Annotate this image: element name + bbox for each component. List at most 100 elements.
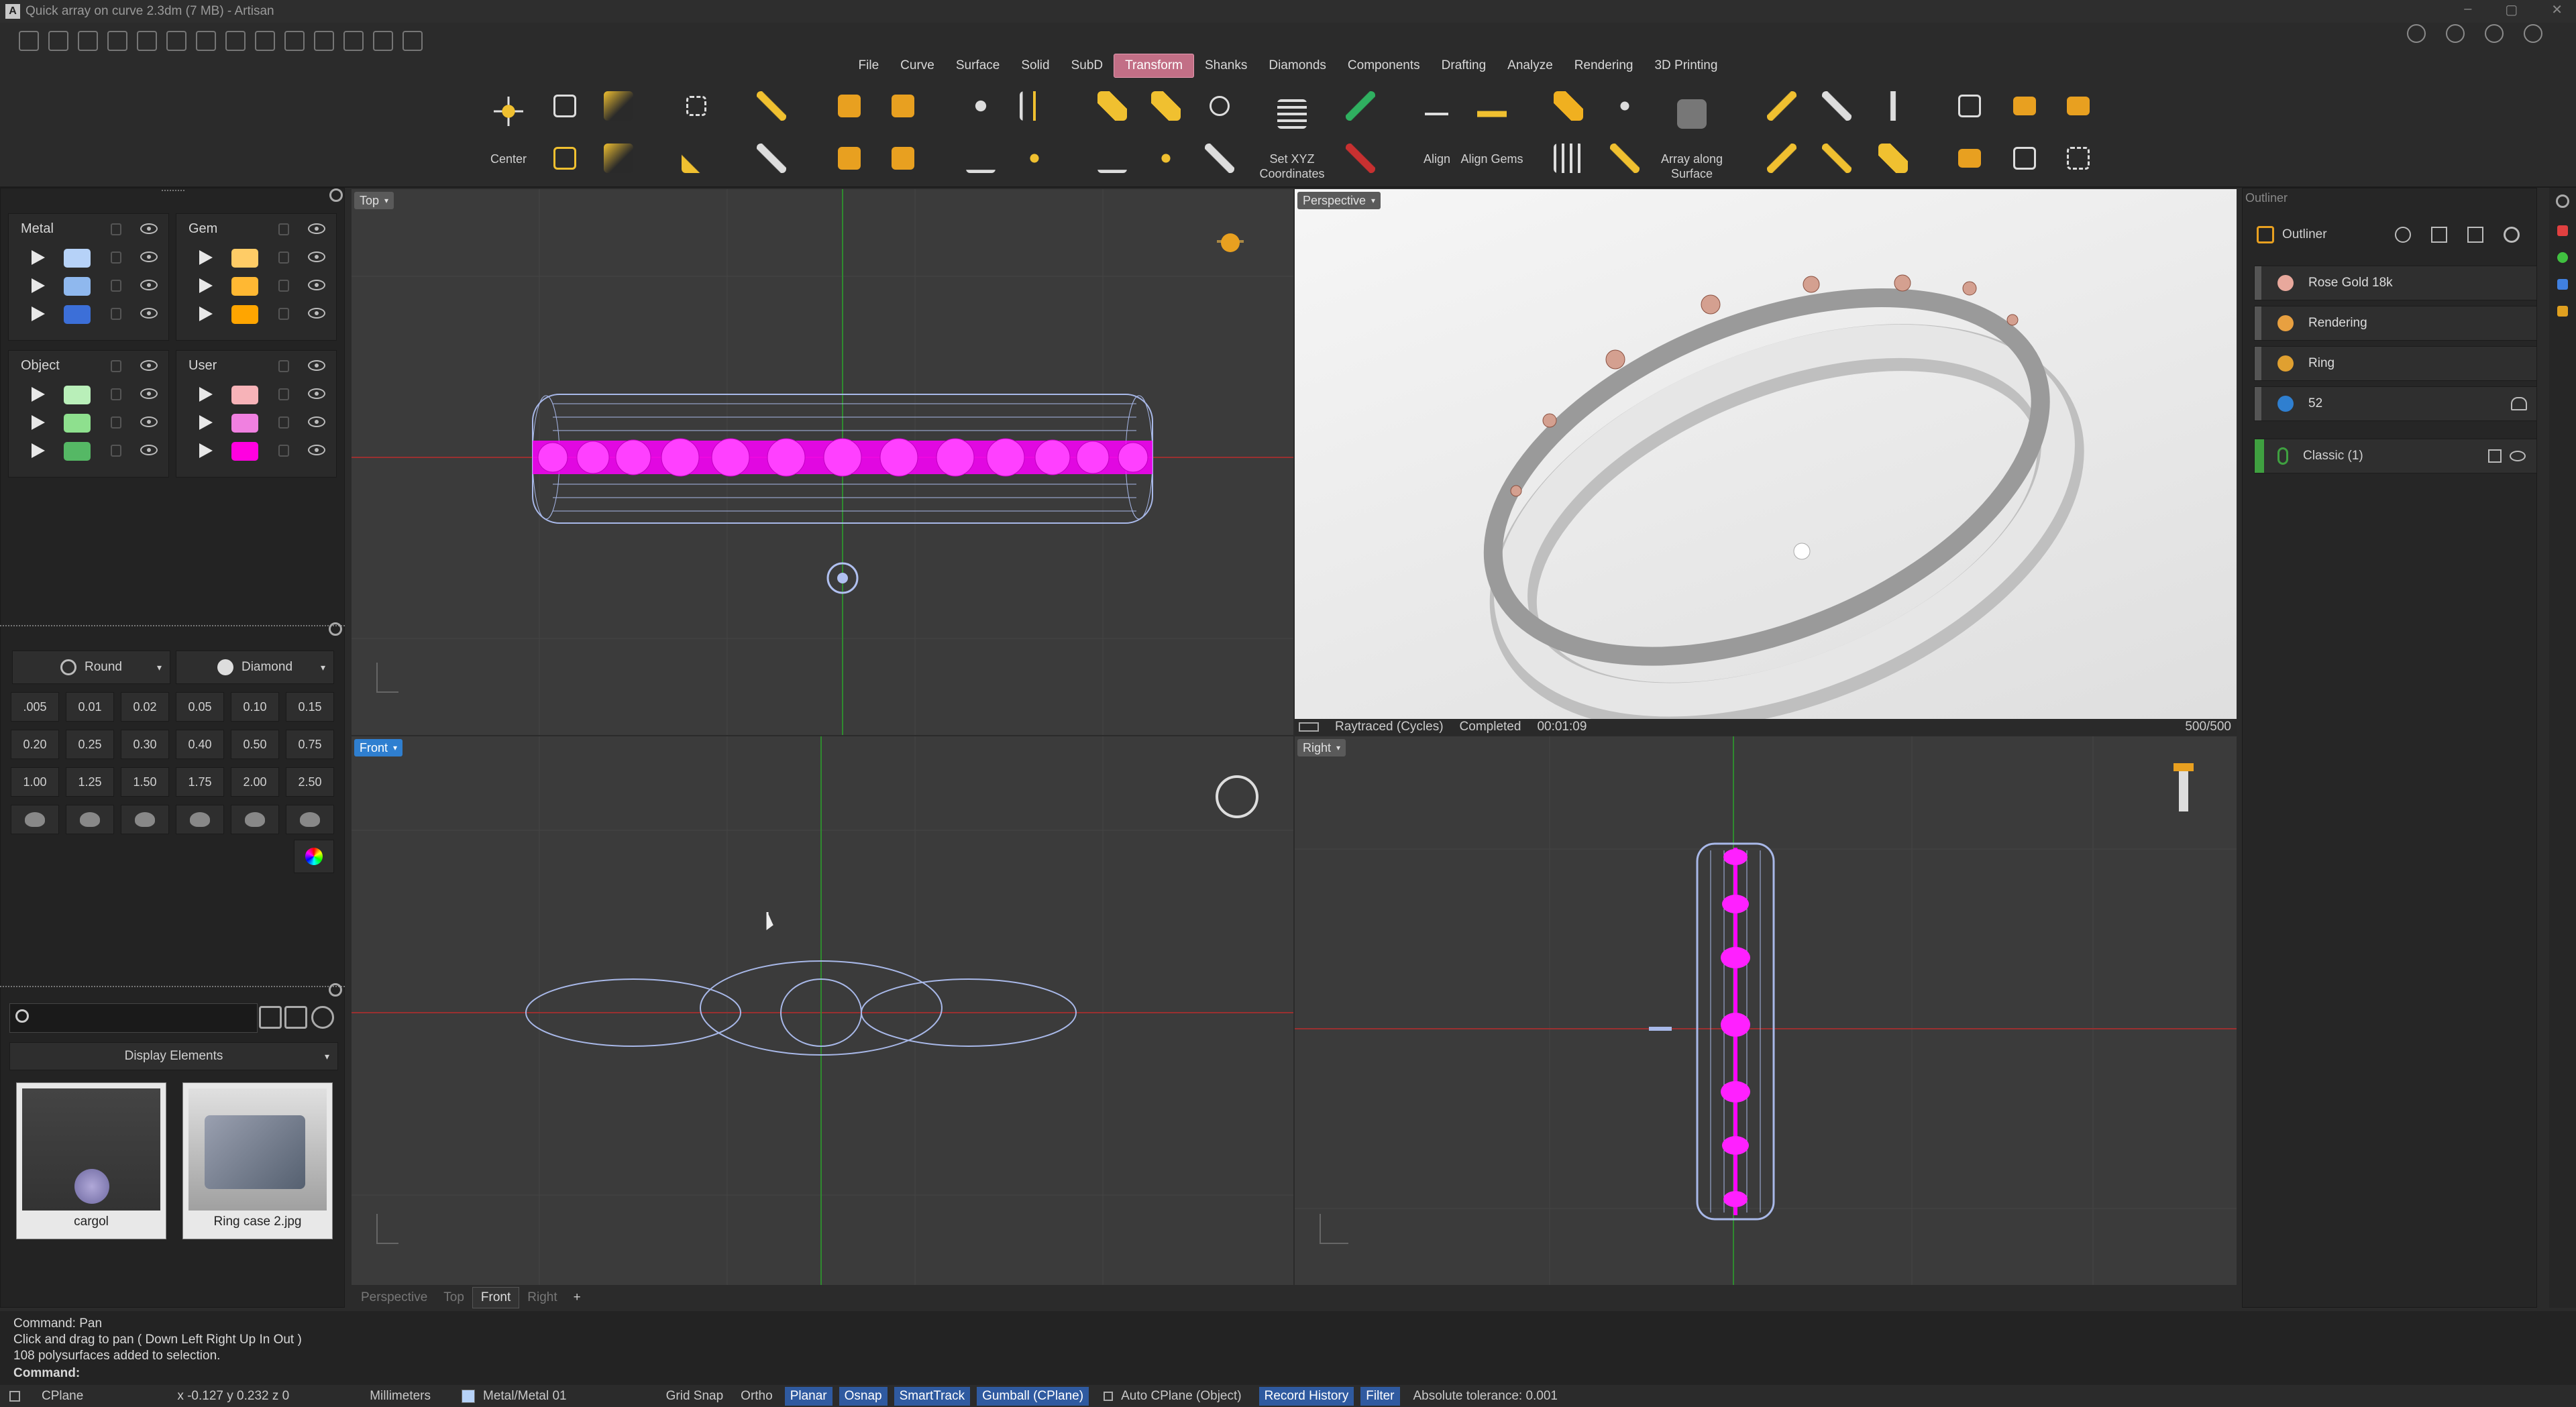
viewport-tab-front[interactable]: Front ▾: [354, 739, 403, 756]
gem-array-button[interactable]: [1544, 82, 1593, 130]
redo-icon[interactable]: [166, 31, 186, 51]
eye-icon[interactable]: [140, 388, 158, 399]
eye-icon[interactable]: [140, 223, 158, 234]
drape-button[interactable]: [1195, 82, 1244, 130]
deform5-button[interactable]: [1813, 134, 1861, 182]
eye-icon[interactable]: [140, 280, 158, 290]
eye-icon[interactable]: [308, 251, 325, 262]
menu-item-analyze[interactable]: Analyze: [1497, 54, 1564, 77]
mirror-button[interactable]: [672, 82, 720, 130]
lock-icon[interactable]: [278, 280, 289, 292]
set-pt-button[interactable]: [1088, 134, 1136, 182]
layer-color-swatch[interactable]: [64, 442, 91, 461]
refresh-library-icon[interactable]: [311, 1006, 334, 1029]
lock-icon[interactable]: [111, 308, 121, 320]
lock-icon[interactable]: [111, 416, 121, 429]
new-file-icon[interactable]: [19, 31, 39, 51]
layer-color-swatch[interactable]: [231, 386, 258, 404]
twist-button[interactable]: [747, 134, 796, 182]
viewport-switch-right[interactable]: Right: [519, 1288, 565, 1308]
viewport-tab-perspective[interactable]: Perspective ▾: [1297, 192, 1381, 209]
scale-button[interactable]: [541, 82, 589, 130]
layer-row[interactable]: [9, 300, 168, 328]
panel-divider[interactable]: [0, 986, 345, 990]
gem-bowl-button[interactable]: [11, 805, 59, 834]
add-viewport-icon[interactable]: +: [566, 1288, 589, 1308]
play-icon[interactable]: [32, 387, 45, 402]
gem-cup-button[interactable]: [66, 805, 114, 834]
save-icon[interactable]: [196, 31, 216, 51]
eye-icon[interactable]: [308, 308, 325, 319]
pencil-icon[interactable]: [2467, 227, 2483, 243]
play-icon[interactable]: [199, 387, 213, 402]
gem-size-button[interactable]: 0.20: [11, 730, 59, 759]
scale2d-button[interactable]: [541, 134, 589, 182]
gem-cut-dropdown[interactable]: Diamond ▾: [176, 651, 334, 684]
open-folder-icon[interactable]: [107, 31, 127, 51]
toggle-osnap[interactable]: Osnap: [839, 1386, 888, 1406]
dock-material-icon[interactable]: [2557, 306, 2568, 317]
gem-size-button[interactable]: 1.25: [66, 767, 114, 797]
viewport-front[interactable]: Front ▾: [352, 736, 1293, 1285]
info-icon[interactable]: [2407, 24, 2426, 43]
eye-icon[interactable]: [140, 416, 158, 427]
deform1-button[interactable]: [1758, 82, 1806, 130]
lock-icon[interactable]: [278, 360, 289, 372]
align-pts-button[interactable]: [1336, 82, 1385, 130]
toggle-smarttrack[interactable]: SmartTrack: [894, 1386, 971, 1406]
gem-size-button[interactable]: 0.50: [231, 730, 279, 759]
unroll-button[interactable]: [2000, 82, 2049, 130]
deform3-button[interactable]: [1869, 82, 1917, 130]
library-item-cargol[interactable]: cargol: [16, 1082, 166, 1239]
refresh-icon[interactable]: [2504, 227, 2520, 243]
menu-item-transform[interactable]: Transform: [1114, 54, 1194, 78]
layer-row[interactable]: [176, 380, 336, 408]
play-icon[interactable]: [32, 250, 45, 265]
play-icon[interactable]: [32, 443, 45, 458]
outliner-classic-row[interactable]: Classic (1): [2254, 439, 2537, 473]
cplane-label[interactable]: CPlane: [42, 1389, 83, 1404]
add-folder-icon[interactable]: [259, 1006, 282, 1029]
eye-icon[interactable]: [308, 445, 325, 455]
gem-size-button[interactable]: 0.40: [176, 730, 224, 759]
outliner-item[interactable]: Rendering: [2254, 306, 2537, 341]
rotate3d-button[interactable]: [594, 134, 643, 182]
lock-icon[interactable]: [111, 445, 121, 457]
cage-edit-button[interactable]: [879, 82, 927, 130]
viewport-tab-right[interactable]: Right ▾: [1297, 739, 1346, 756]
close-icon[interactable]: ✕: [2551, 1, 2563, 18]
ring-profile-icon[interactable]: [2511, 397, 2527, 410]
viewport-perspective[interactable]: Perspective ▾ Raytraced (Cycles) Complete…: [1295, 189, 2237, 735]
dock-color-icon[interactable]: [2557, 252, 2568, 263]
play-icon[interactable]: [32, 278, 45, 293]
layer-row[interactable]: [9, 272, 168, 300]
command-input[interactable]: [80, 1365, 2496, 1382]
settings-icon[interactable]: [402, 31, 423, 51]
map-button[interactable]: [1945, 82, 1994, 130]
render-controls-icon[interactable]: [1299, 722, 1319, 732]
eye-icon[interactable]: [140, 360, 158, 371]
lock-icon[interactable]: [278, 308, 289, 320]
toggle-gumball-cplane[interactable]: Gumball (CPlane): [977, 1386, 1089, 1406]
gem-orient-button[interactable]: [1142, 82, 1190, 130]
eye-icon[interactable]: [140, 445, 158, 455]
layer-color-swatch[interactable]: [231, 442, 258, 461]
layer-row[interactable]: [176, 300, 336, 328]
options-icon[interactable]: [2524, 24, 2542, 43]
lock-icon[interactable]: [278, 388, 289, 400]
folder-options-icon[interactable]: [284, 1006, 307, 1029]
gem-size-button[interactable]: 0.10: [231, 692, 279, 722]
layer-color-swatch[interactable]: [231, 249, 258, 268]
array-linear-button[interactable]: [1010, 82, 1059, 130]
viewport-right[interactable]: Right ▾: [1295, 736, 2237, 1285]
layer-row[interactable]: [176, 408, 336, 437]
lock-icon[interactable]: [111, 388, 121, 400]
panel-grip[interactable]: [162, 190, 184, 194]
gem-size-button[interactable]: 0.15: [286, 692, 334, 722]
new-template-icon[interactable]: [48, 31, 68, 51]
dock-settings-icon[interactable]: [2556, 194, 2569, 208]
gem-place-button[interactable]: [1088, 82, 1136, 130]
path-array-button[interactable]: [1601, 134, 1649, 182]
array-polar-button[interactable]: [957, 82, 1005, 130]
play-icon[interactable]: [199, 278, 213, 293]
